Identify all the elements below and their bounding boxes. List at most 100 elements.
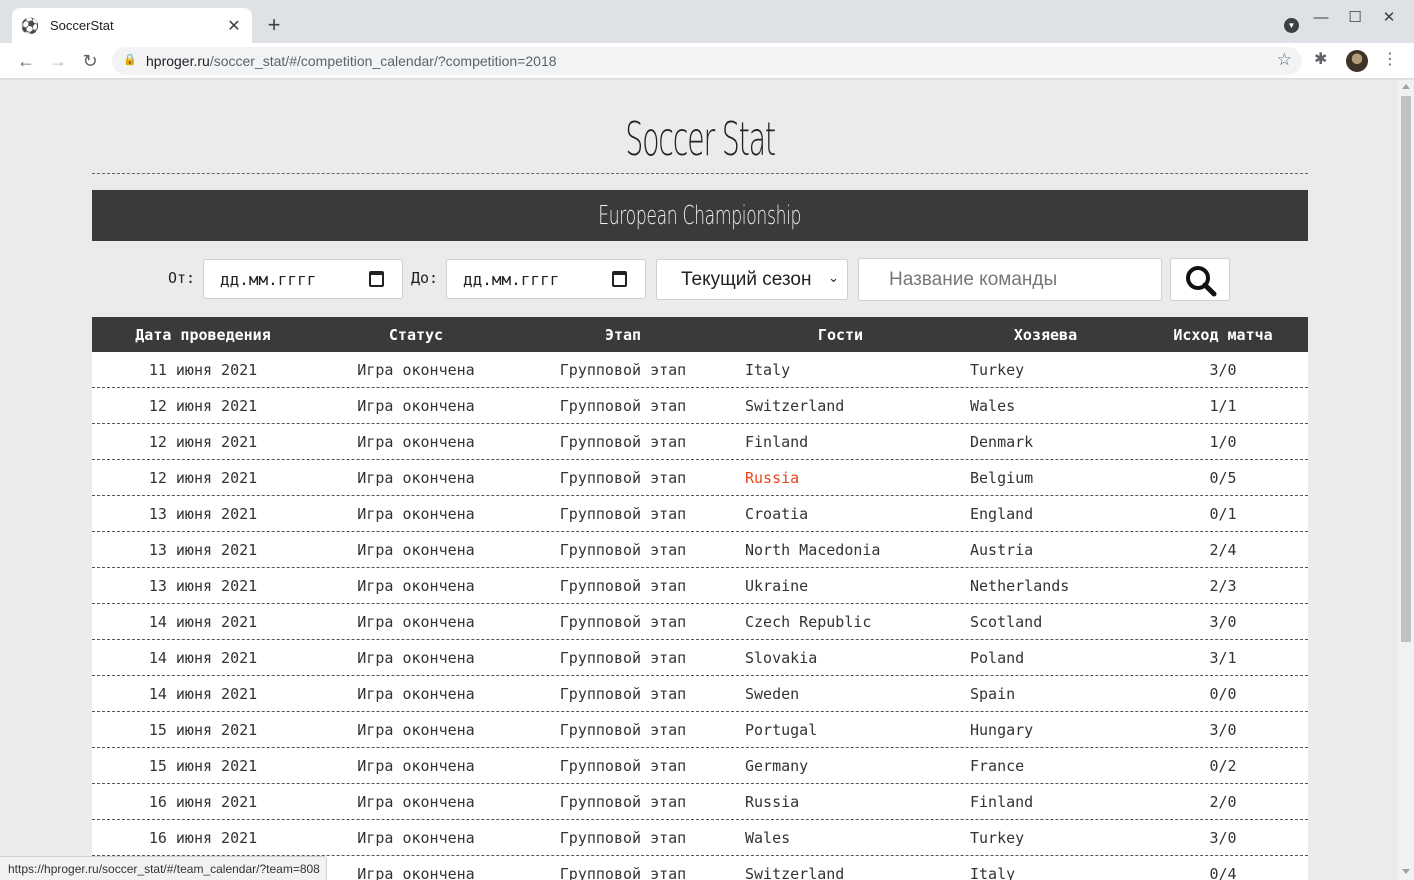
site-title[interactable]: Soccer Stat — [323, 108, 1077, 170]
cell-date: 13 июня 2021 — [148, 540, 258, 559]
table-row: 12 июня 2021 Игра окончена Групповой этап S… — [92, 388, 1308, 424]
browser-tab[interactable]: ⚽ SoccerStat ✕ — [12, 8, 252, 43]
cell-away-team[interactable]: Portugal — [728, 721, 953, 739]
calendar-icon[interactable] — [612, 271, 627, 287]
cell-home-team[interactable]: France — [953, 757, 1138, 775]
cell-away-team[interactable]: Sweden — [728, 685, 953, 703]
cell-away-team[interactable]: Russia — [728, 793, 953, 811]
cell-stage: Групповой этап — [559, 864, 687, 880]
cell-away-team[interactable]: Germany — [728, 757, 953, 775]
cell-home-team[interactable]: Finland — [953, 793, 1138, 811]
cell-away-team[interactable]: Switzerland — [728, 397, 953, 415]
date-to-input[interactable]: дд.мм.гггг — [446, 259, 646, 299]
new-tab-button[interactable]: + — [262, 12, 286, 38]
cell-status: Игра окончена — [357, 576, 475, 595]
table-row: 15 июня 2021 Игра окончена Групповой этап P… — [92, 712, 1308, 748]
cell-score: 3/0 — [1209, 360, 1237, 379]
chevron-down-icon: ⌄ — [828, 270, 839, 285]
cell-status: Игра окончена — [357, 504, 475, 523]
cell-away-team[interactable]: Czech Republic — [728, 613, 953, 631]
close-window-icon[interactable]: ✕ — [1372, 8, 1406, 26]
cell-away-team[interactable]: Ukraine — [728, 577, 953, 595]
competition-banner: European Championship — [92, 190, 1308, 241]
cell-status: Игра окончена — [357, 864, 475, 880]
cell-home-team[interactable]: Turkey — [953, 829, 1138, 847]
maximize-icon[interactable]: ☐ — [1338, 8, 1372, 26]
team-search-input[interactable]: Название команды — [858, 258, 1162, 301]
cell-score: 0/4 — [1209, 864, 1237, 880]
table-row: 16 июня 2021 Игра окончена Групповой этап R… — [92, 784, 1308, 820]
table-row: 16 июня 2021 Игра окончена Групповой этап W… — [92, 820, 1308, 856]
minimize-icon[interactable]: — — [1304, 9, 1338, 26]
header-stage: Этап — [604, 325, 642, 344]
window-controls: — ☐ ✕ — [1304, 8, 1406, 27]
cell-home-team[interactable]: Spain — [953, 685, 1138, 703]
cell-score: 0/5 — [1209, 468, 1237, 487]
cell-stage: Групповой этап — [559, 540, 687, 559]
cell-home-team[interactable]: Poland — [953, 649, 1138, 667]
cell-home-team[interactable]: Hungary — [953, 721, 1138, 739]
cell-home-team[interactable]: Netherlands — [953, 577, 1138, 595]
season-select[interactable]: Текущий сезон ⌄ — [656, 259, 848, 300]
cell-status: Игра окончена — [357, 756, 475, 775]
calendar-icon[interactable] — [369, 271, 384, 287]
cell-score: 2/3 — [1209, 576, 1237, 595]
cell-home-team[interactable]: Denmark — [953, 433, 1138, 451]
table-row: 12 июня 2021 Игра окончена Групповой этап R… — [92, 460, 1308, 496]
cell-score: 0/1 — [1209, 504, 1237, 523]
reload-icon[interactable]: ↻ — [78, 49, 102, 73]
cell-score: 0/2 — [1209, 756, 1237, 775]
cell-home-team[interactable]: Turkey — [953, 361, 1138, 379]
profile-avatar[interactable] — [1346, 50, 1368, 72]
browser-menu-icon[interactable]: ⋮ — [1382, 49, 1398, 69]
address-bar[interactable]: 🔒 hproger.ru/soccer_stat/#/competition_c… — [112, 47, 1302, 75]
cell-away-team[interactable]: Switzerland — [728, 865, 953, 880]
cell-home-team[interactable]: Italy — [953, 865, 1138, 880]
link-status-bar: https://hproger.ru/soccer_stat/#/team_ca… — [0, 856, 327, 880]
cell-date: 11 июня 2021 — [148, 360, 258, 379]
cell-date: 14 июня 2021 — [148, 612, 258, 631]
search-button[interactable] — [1170, 258, 1230, 301]
extensions-puzzle-icon[interactable]: ✱ — [1314, 49, 1327, 69]
bookmark-star-icon[interactable]: ☆ — [1277, 50, 1292, 70]
cell-stage: Групповой этап — [559, 720, 687, 739]
cell-home-team[interactable]: Wales — [953, 397, 1138, 415]
cell-home-team[interactable]: Belgium — [953, 469, 1138, 487]
cell-away-team[interactable]: North Macedonia — [728, 541, 953, 559]
cell-status: Игра окончена — [357, 540, 475, 559]
cell-home-team[interactable]: Austria — [953, 541, 1138, 559]
table-row: 11 июня 2021 Игра окончена Групповой этап I… — [92, 352, 1308, 388]
cell-away-team[interactable]: Croatia — [728, 505, 953, 523]
table-row: 15 июня 2021 Игра окончена Групповой этап G… — [92, 748, 1308, 784]
cell-stage: Групповой этап — [559, 612, 687, 631]
cell-home-team[interactable]: England — [953, 505, 1138, 523]
table-row: 13 июня 2021 Игра окончена Групповой этап N… — [92, 532, 1308, 568]
date-from-input[interactable]: дд.мм.гггг — [203, 259, 403, 299]
cell-date: 12 июня 2021 — [148, 396, 258, 415]
table-header: Дата проведения Статус Этап Гости Хозяев… — [92, 317, 1308, 352]
scroll-up-arrow[interactable] — [1402, 84, 1410, 89]
cell-away-team[interactable]: Slovakia — [728, 649, 953, 667]
cell-away-team[interactable]: Finland — [728, 433, 953, 451]
page-scrollbar[interactable] — [1396, 80, 1414, 880]
main-container: Soccer Stat European Championship От: дд… — [92, 80, 1308, 880]
header-score: Исход матча — [1173, 325, 1273, 344]
cell-status: Игра окончена — [357, 792, 475, 811]
cell-away-team[interactable]: Italy — [728, 361, 953, 379]
cell-away-team[interactable]: Wales — [728, 829, 953, 847]
tab-search-icon[interactable]: ▼ — [1284, 18, 1299, 33]
cell-score: 3/0 — [1209, 720, 1237, 739]
table-row: 13 июня 2021 Игра окончена Групповой этап C… — [92, 496, 1308, 532]
back-icon[interactable]: ← — [14, 49, 38, 73]
cell-date: 16 июня 2021 — [148, 792, 258, 811]
cell-away-team[interactable]: Russia — [728, 469, 953, 487]
cell-stage: Групповой этап — [559, 576, 687, 595]
cell-home-team[interactable]: Scotland — [953, 613, 1138, 631]
lock-icon[interactable]: 🔒 — [123, 53, 137, 66]
close-tab-icon[interactable]: ✕ — [226, 16, 242, 36]
cell-score: 2/4 — [1209, 540, 1237, 559]
cell-stage: Групповой этап — [559, 468, 687, 487]
scroll-thumb[interactable] — [1401, 96, 1411, 642]
scroll-down-arrow[interactable] — [1402, 869, 1410, 874]
forward-icon[interactable]: → — [46, 49, 70, 73]
